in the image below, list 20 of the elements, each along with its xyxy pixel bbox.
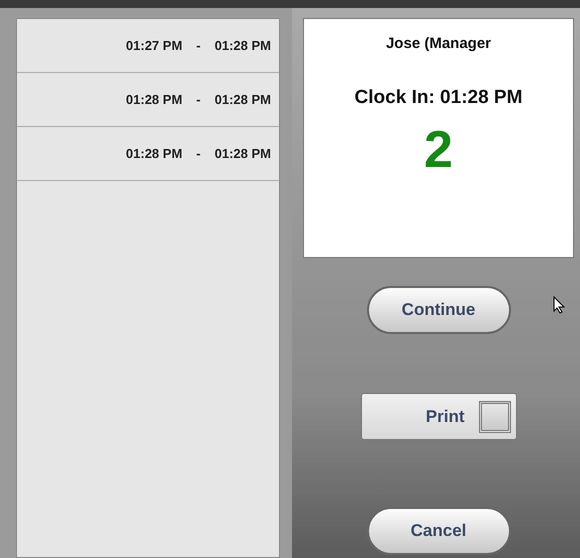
shift-row[interactable]: 01:28 PM - 01:28 PM: [17, 73, 279, 127]
continue-button[interactable]: Continue: [366, 286, 510, 334]
cancel-button[interactable]: Cancel: [366, 507, 510, 555]
time-separator: -: [196, 90, 201, 109]
shift-end-time: 01:28 PM: [214, 144, 271, 163]
shift-start-time: 01:28 PM: [126, 90, 182, 109]
count-number: 2: [424, 124, 453, 176]
shift-row[interactable]: 01:28 PM - 01:28 PM: [17, 127, 279, 181]
print-checkbox[interactable]: [478, 400, 510, 432]
cursor-icon: [553, 296, 565, 314]
shift-start-time: 01:27 PM: [126, 36, 182, 55]
time-separator: -: [196, 144, 201, 163]
shift-start-time: 01:28 PM: [126, 144, 182, 163]
clock-in-time: Clock In: 01:28 PM: [354, 86, 522, 110]
time-separator: -: [196, 36, 201, 55]
shift-end-time: 01:28 PM: [214, 36, 271, 55]
shift-end-time: 01:28 PM: [214, 90, 271, 109]
print-button[interactable]: Print: [360, 393, 516, 440]
shift-row[interactable]: 01:27 PM - 01:28 PM: [17, 19, 279, 73]
employee-name: Jose (Manager: [386, 34, 492, 54]
